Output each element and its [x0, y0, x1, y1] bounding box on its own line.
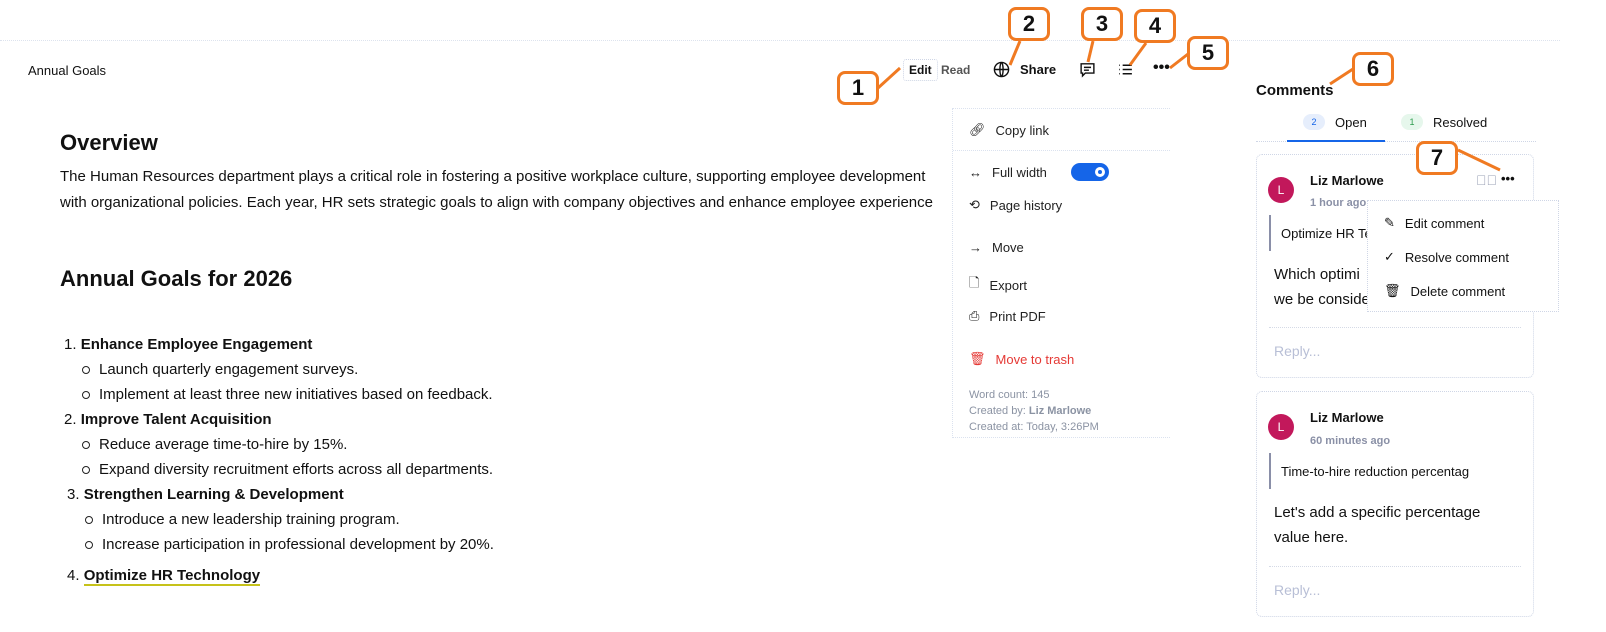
callout-leader-lines: [876, 40, 1501, 172]
